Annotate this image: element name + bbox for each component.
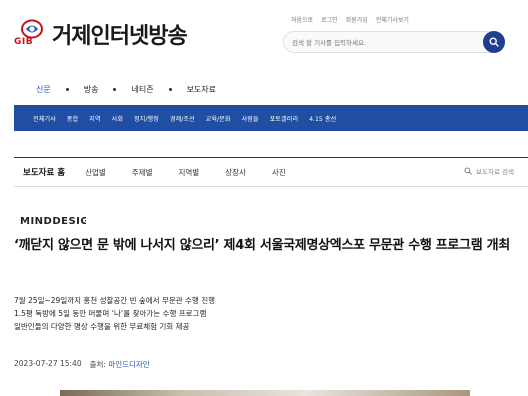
section-nav-item[interactable]: 포토갤러리 bbox=[270, 114, 298, 123]
source-label: 출처: bbox=[89, 360, 106, 369]
press-release-bar: 보도자료 홈 산업별 주제별 지역별 상장사 사진 보도자료 검색 bbox=[14, 157, 528, 187]
search-button[interactable] bbox=[483, 31, 505, 53]
press-tab-listed[interactable]: 상장사 bbox=[225, 167, 246, 178]
logo-swirl-icon bbox=[21, 19, 43, 39]
press-tab-photo[interactable]: 사진 bbox=[272, 167, 286, 178]
primary-nav-press-release[interactable]: 보도자료 bbox=[187, 84, 216, 95]
search-icon bbox=[464, 167, 472, 175]
logo-mark-text: GIB bbox=[14, 37, 34, 47]
article-summary: 7월 25일~29일까지 홍천 성찰공간 빈 숲에서 무문관 수행 진행 1.5… bbox=[14, 294, 215, 333]
section-nav-item[interactable]: 4.15 총선 bbox=[309, 114, 336, 123]
header-search bbox=[283, 31, 505, 53]
minddesign-logo: MINDDESIGN bbox=[20, 216, 97, 227]
section-nav-item[interactable]: 사회 bbox=[112, 114, 123, 123]
site-logo[interactable]: GIB 거제인터넷방송 bbox=[14, 18, 188, 50]
search-input[interactable] bbox=[292, 36, 472, 49]
article-meta: 2023-07-27 15:40 출처: 마인드디자인 bbox=[14, 359, 150, 370]
article-headline: ‘깨닫지 않으면 문 밖에 나서지 않으리’ 제4회 서울국제명상엑스포 무문관… bbox=[14, 238, 510, 253]
util-link-home[interactable]: 처음으로 bbox=[291, 15, 313, 24]
nav-separator bbox=[65, 88, 69, 91]
primary-nav-newspaper[interactable]: 신문 bbox=[36, 84, 51, 95]
search-icon bbox=[489, 37, 499, 47]
summary-line: 일반인들의 다양한 명상 수행을 위한 무료체험 기회 제공 bbox=[14, 322, 190, 331]
press-search[interactable]: 보도자료 검색 bbox=[464, 166, 514, 176]
press-search-label: 보도자료 검색 bbox=[476, 168, 514, 176]
util-link-all-articles[interactable]: 전체기사보기 bbox=[376, 15, 409, 24]
press-tab-industry[interactable]: 산업별 bbox=[85, 167, 106, 178]
press-tab-topic[interactable]: 주제별 bbox=[132, 167, 153, 178]
section-nav-item[interactable]: 정치/행정 bbox=[134, 114, 159, 123]
primary-nav-broadcast[interactable]: 방송 bbox=[84, 84, 99, 95]
article-photo bbox=[60, 390, 470, 396]
nav-separator bbox=[168, 88, 172, 91]
company-logo: MINDDESIGN bbox=[20, 211, 97, 230]
brand-logo-text: MINDDESIGN bbox=[20, 216, 86, 226]
primary-nav-netizen[interactable]: 네티즌 bbox=[131, 84, 153, 95]
section-nav-item[interactable]: 종합 bbox=[67, 114, 78, 123]
section-nav-item[interactable]: 전체기사 bbox=[33, 114, 56, 123]
summary-line: 1.5평 독방에 5일 동안 머물며 ‘나’를 찾아가는 수행 프로그램 bbox=[14, 309, 207, 318]
gib-logo-mark: GIB bbox=[14, 19, 48, 49]
primary-nav: 신문 방송 네티즌 보도자료 bbox=[36, 84, 216, 95]
section-nav-item[interactable]: 지역 bbox=[89, 114, 100, 123]
nav-separator bbox=[113, 88, 117, 91]
util-link-signup[interactable]: 회원가입 bbox=[346, 15, 368, 24]
press-tab-region[interactable]: 지역별 bbox=[178, 167, 199, 178]
article-datetime: 2023-07-27 15:40 bbox=[14, 359, 82, 368]
utility-links: 처음으로 로그인 회원가입 전체기사보기 bbox=[291, 15, 409, 24]
summary-line: 7월 25일~29일까지 홍천 성찰공간 빈 숲에서 무문관 수행 진행 bbox=[14, 296, 216, 305]
section-nav: 전체기사 종합 지역 사회 정치/행정 경제/조선 교육/문화 사람들 포토갤러… bbox=[14, 105, 528, 131]
section-nav-item[interactable]: 교육/문화 bbox=[206, 114, 231, 123]
site-name: 거제인터넷방송 bbox=[52, 24, 188, 49]
section-nav-item[interactable]: 경제/조선 bbox=[170, 114, 195, 123]
press-home-link[interactable]: 보도자료 홈 bbox=[23, 166, 65, 178]
util-link-login[interactable]: 로그인 bbox=[321, 15, 338, 24]
section-nav-item[interactable]: 사람들 bbox=[242, 114, 259, 123]
source-link[interactable]: 마인드디자인 bbox=[108, 360, 149, 369]
